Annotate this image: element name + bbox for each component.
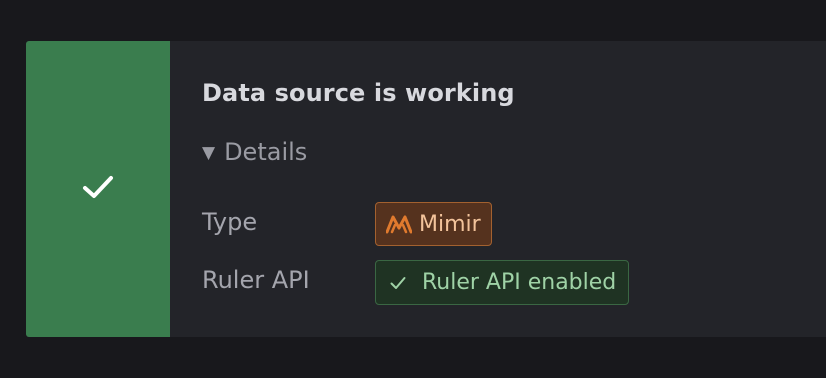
check-icon <box>390 276 406 289</box>
alert-title: Data source is working <box>202 79 515 107</box>
type-label: Type <box>202 208 258 236</box>
ruler-api-badge: Ruler API enabled <box>375 260 630 305</box>
datasource-status-alert: Data source is working ▼ Details Type Mi… <box>26 41 826 337</box>
details-toggle[interactable]: ▼ Details <box>202 138 307 166</box>
datasource-type-badge: Mimir <box>375 202 492 246</box>
ruler-api-value: Ruler API enabled <box>422 270 617 295</box>
triangle-down-icon: ▼ <box>202 142 216 163</box>
mimir-logo-icon <box>386 215 412 234</box>
datasource-type-value: Mimir <box>419 211 481 237</box>
ruler-api-label: Ruler API <box>202 266 310 294</box>
check-icon <box>83 176 113 198</box>
alert-status-bar <box>26 41 170 337</box>
details-toggle-label: Details <box>224 138 308 166</box>
